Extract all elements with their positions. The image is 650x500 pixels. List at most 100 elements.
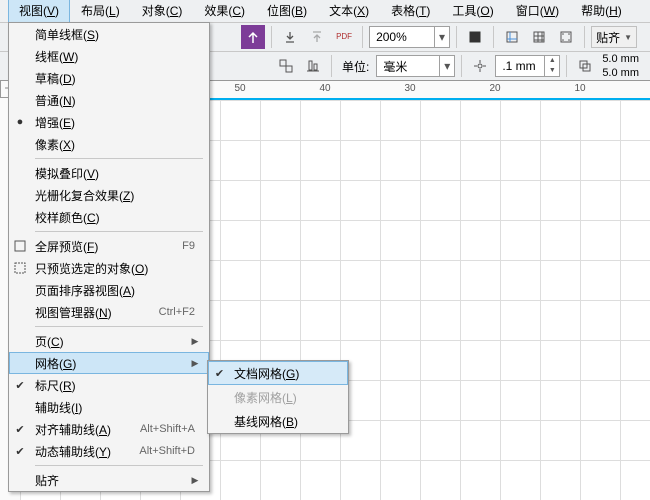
- menu-shortcut: F9: [182, 240, 201, 252]
- menu-item-label: 简单线框(S): [31, 26, 201, 43]
- ruler-tick-label: 30: [404, 83, 415, 94]
- menubar-item-布局[interactable]: 布局(L): [70, 0, 131, 23]
- menu-separator: [35, 231, 203, 232]
- menu-item-label: 网格(G): [31, 355, 189, 372]
- menu-item-label: 校样颜色(C): [31, 209, 201, 226]
- menu-item-label: 只预览选定的对象(O): [31, 260, 201, 277]
- menubar: 视图(V)布局(L)对象(C)效果(C)位图(B)文本(X)表格(T)工具(O)…: [0, 0, 650, 23]
- menu-item-label: 对齐辅助线(A): [31, 421, 140, 438]
- view-menu-item-视图管理器[interactable]: 视图管理器(N)Ctrl+F2: [9, 301, 209, 323]
- view-menu-item-线框[interactable]: 线框(W): [9, 45, 209, 67]
- view-menu-item-辅助线[interactable]: 辅助线(I): [9, 396, 209, 418]
- menu-item-label: 线框(W): [31, 48, 201, 65]
- nudge-icon[interactable]: [468, 54, 492, 78]
- export-doc-icon[interactable]: [305, 25, 329, 49]
- spin-up-icon[interactable]: ▲: [545, 56, 559, 66]
- nudge-input[interactable]: .1 mm ▲▼: [495, 55, 560, 77]
- submenu-label: 像素网格(L): [230, 389, 340, 406]
- view-menu-item-校样颜色[interactable]: 校样颜色(C): [9, 206, 209, 228]
- menu-item-label: 页(C): [31, 333, 189, 350]
- menu-item-label: 视图管理器(N): [31, 304, 159, 321]
- grid-submenu-item-基线网格[interactable]: 基线网格(B): [208, 409, 348, 433]
- view-menu-item-光栅化复合效果[interactable]: 光栅化复合效果(Z): [9, 184, 209, 206]
- menu-separator: [35, 158, 203, 159]
- snap-dropdown[interactable]: 贴齐 ▼: [591, 26, 637, 48]
- select-preview-icon: [9, 262, 31, 274]
- chevron-down-icon[interactable]: ▾: [439, 56, 454, 76]
- menubar-item-视图[interactable]: 视图(V): [8, 0, 70, 23]
- grid-submenu-item-像素网格: 像素网格(L): [208, 385, 348, 409]
- menubar-item-效果[interactable]: 效果(C): [193, 0, 256, 23]
- menubar-item-窗口[interactable]: 窗口(W): [505, 0, 570, 23]
- menu-item-label: 动态辅助线(Y): [31, 443, 139, 460]
- unit-value: 毫米: [377, 58, 439, 75]
- menubar-item-位图[interactable]: 位图(B): [256, 0, 318, 23]
- menu-item-label: 模拟叠印(V): [31, 165, 201, 182]
- view-menu-item-页面排序器视图[interactable]: 页面排序器视图(A): [9, 279, 209, 301]
- menubar-item-文本[interactable]: 文本(X): [318, 0, 380, 23]
- offset-dimensions: 5.0 mm 5.0 mm: [600, 52, 639, 80]
- view-menu-item-增强[interactable]: ●增强(E): [9, 111, 209, 133]
- zoom-select[interactable]: 200% ▾: [369, 26, 450, 48]
- menu-item-label: 页面排序器视图(A): [31, 282, 201, 299]
- view-menu-item-网格[interactable]: 网格(G)▶: [9, 352, 209, 374]
- menu-item-label: 增强(E): [31, 114, 201, 131]
- view-menu-item-对齐辅助线[interactable]: ✔对齐辅助线(A)Alt+Shift+A: [9, 418, 209, 440]
- layout-tool-icon[interactable]: [274, 54, 298, 78]
- view-menu-item-草稿[interactable]: 草稿(D): [9, 67, 209, 89]
- zoom-value: 200%: [370, 30, 434, 44]
- submenu-arrow-icon: ▶: [189, 475, 201, 486]
- check-icon: ✔: [9, 423, 31, 436]
- view-menu-item-只预览选定的对象[interactable]: 只预览选定的对象(O): [9, 257, 209, 279]
- import-icon[interactable]: [278, 25, 302, 49]
- menu-item-label: 贴齐: [31, 472, 189, 489]
- chevron-down-icon: ▼: [624, 33, 632, 42]
- menu-item-label: 草稿(D): [31, 70, 201, 87]
- offset-x: 5.0 mm: [602, 52, 639, 66]
- menu-separator: [35, 326, 203, 327]
- offset-y: 5.0 mm: [602, 66, 639, 80]
- menu-item-label: 标尺(R): [31, 377, 201, 394]
- align-icon[interactable]: [301, 54, 325, 78]
- bullet-icon: ●: [9, 116, 31, 128]
- export-icon[interactable]: [241, 25, 265, 49]
- menu-shortcut: Alt+Shift+A: [140, 423, 201, 435]
- menu-separator: [35, 465, 203, 466]
- check-icon: ✔: [9, 445, 31, 458]
- menu-item-label: 像素(X): [31, 136, 201, 153]
- view-menu-item-像素[interactable]: 像素(X): [9, 133, 209, 155]
- menu-item-label: 辅助线(I): [31, 399, 201, 416]
- snap-label: 贴齐: [596, 29, 620, 46]
- snap-icon-1[interactable]: [463, 25, 487, 49]
- view-menu-item-模拟叠印[interactable]: 模拟叠印(V): [9, 162, 209, 184]
- menu-shortcut: Ctrl+F2: [159, 306, 201, 318]
- menubar-item-帮助[interactable]: 帮助(H): [570, 0, 633, 23]
- menubar-item-对象[interactable]: 对象(C): [131, 0, 194, 23]
- view-menu-item-标尺[interactable]: ✔标尺(R): [9, 374, 209, 396]
- duplicate-offset-icon[interactable]: [573, 54, 597, 78]
- view-menu-item-页[interactable]: 页(C)▶: [9, 330, 209, 352]
- grid-submenu-item-文档网格[interactable]: ✔文档网格(G): [208, 361, 348, 385]
- snap-guidelines-icon[interactable]: [500, 25, 524, 49]
- snap-grid-icon[interactable]: [527, 25, 551, 49]
- view-menu-item-普通[interactable]: 普通(N): [9, 89, 209, 111]
- view-menu-item-简单线框[interactable]: 简单线框(S): [9, 23, 209, 45]
- view-menu-item-全屏预览[interactable]: 全屏预览(F)F9: [9, 235, 209, 257]
- grid-submenu: ✔文档网格(G) 像素网格(L) 基线网格(B): [207, 360, 349, 434]
- view-menu-item-贴齐[interactable]: 贴齐▶: [9, 469, 209, 491]
- menubar-item-工具[interactable]: 工具(O): [441, 0, 504, 23]
- menu-shortcut: Alt+Shift+D: [139, 445, 201, 457]
- submenu-label: 基线网格(B): [230, 413, 340, 430]
- ruler-tick-label: 20: [489, 83, 500, 94]
- chevron-down-icon[interactable]: ▾: [434, 27, 449, 47]
- check-icon: ✔: [209, 367, 230, 380]
- menu-item-label: 全屏预览(F): [31, 238, 182, 255]
- view-menu-item-动态辅助线[interactable]: ✔动态辅助线(Y)Alt+Shift+D: [9, 440, 209, 462]
- menubar-item-表格[interactable]: 表格(T): [380, 0, 441, 23]
- pdf-icon[interactable]: PDF: [332, 25, 356, 49]
- submenu-label: 文档网格(G): [230, 365, 340, 382]
- spin-down-icon[interactable]: ▼: [545, 66, 559, 76]
- menu-item-label: 光栅化复合效果(Z): [31, 187, 201, 204]
- snap-objects-icon[interactable]: [554, 25, 578, 49]
- unit-select[interactable]: 毫米 ▾: [376, 55, 455, 77]
